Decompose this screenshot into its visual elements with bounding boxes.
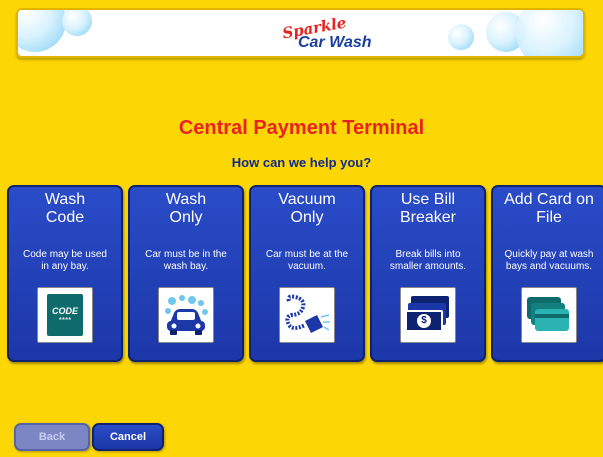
bubble-decoration [516,10,583,56]
dollar-sign: $ [417,314,431,328]
wash-code-button[interactable]: Wash Code Code may be used in any bay. C… [7,185,123,362]
use-bill-breaker-button[interactable]: Use Bill Breaker Break bills into smalle… [370,185,486,362]
card-title: Wash Only [165,191,207,226]
money-bills-icon: $ [400,287,456,343]
cancel-button[interactable]: Cancel [92,423,164,451]
header-banner: Sparkle Car Wash [16,8,585,58]
code-text: CODE [51,305,78,316]
code-stars: **** [58,315,72,325]
code-card-icon: CODE **** [37,287,93,343]
card-description: Car must be in the wash bay. [145,249,227,272]
vacuum-only-button[interactable]: Vacuum Only Car must be at the vacuum. [249,185,365,362]
bubble-decoration [62,10,92,36]
help-prompt: How can we help you? [231,155,372,170]
bubble-decoration [448,24,474,50]
card-description: Quickly pay at wash bays and vacuums. [504,249,594,272]
vacuum-hose-icon [279,287,335,343]
card-description: Break bills into smaller amounts. [389,249,467,272]
option-cards: Wash Code Code may be used in any bay. C… [7,185,603,362]
card-description: Car must be at the vacuum. [265,249,349,272]
card-title: Vacuum Only [278,191,336,226]
car-wash-icon [158,287,214,343]
bubble-decoration [18,10,66,52]
back-button[interactable]: Back [14,423,90,451]
wash-only-button[interactable]: Wash Only Car must be in the wash bay. [128,185,244,362]
card-title: Use Bill Breaker [399,191,457,226]
logo-name: Car Wash [298,34,372,51]
credit-cards-icon [521,287,577,343]
card-title: Add Card on File [504,191,594,226]
page-title: Central Payment Terminal [178,117,425,139]
card-title: Wash Code [44,191,86,226]
add-card-on-file-button[interactable]: Add Card on File Quickly pay at wash bay… [491,185,603,362]
sparkle-car-wash-logo: Sparkle Car Wash [280,14,390,54]
card-description: Code may be used in any bay. [23,249,107,272]
